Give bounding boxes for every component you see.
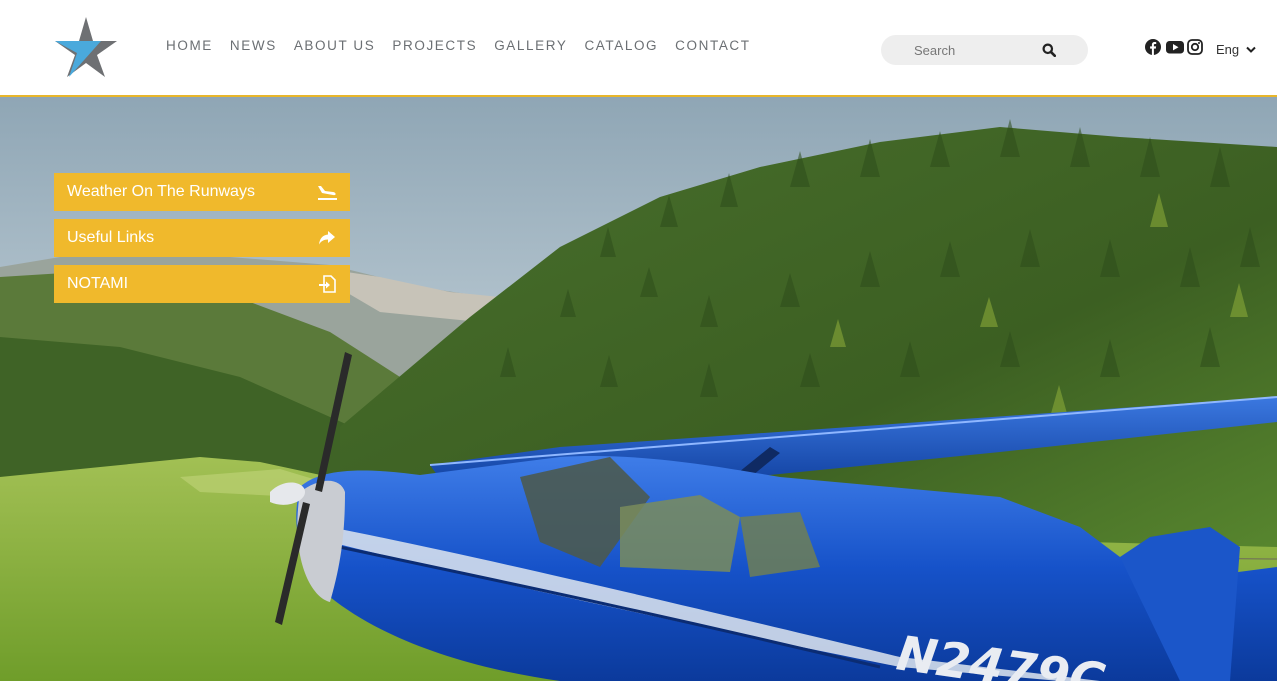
language-selector[interactable]: Eng <box>1216 42 1256 57</box>
share-arrow-icon <box>316 229 338 247</box>
search-box <box>881 35 1088 65</box>
instagram-icon[interactable] <box>1187 39 1203 55</box>
main-nav: HOME NEWS ABOUT US PROJECTS GALLERY CATA… <box>166 38 768 53</box>
nav-item-home[interactable]: HOME <box>166 38 213 53</box>
quick-links-menu: Weather On The Runways Useful Links NOTA… <box>54 173 350 311</box>
nav-item-about-us[interactable]: ABOUT US <box>294 38 376 53</box>
side-menu-label: NOTAMI <box>67 275 129 292</box>
notami-button[interactable]: NOTAMI <box>54 265 350 303</box>
file-import-icon <box>316 275 338 293</box>
logo[interactable] <box>53 15 119 79</box>
chevron-down-icon <box>1246 46 1256 54</box>
nav-item-news[interactable]: NEWS <box>230 38 277 53</box>
side-menu-label: Weather On The Runways <box>67 183 255 200</box>
side-menu-label: Useful Links <box>67 229 155 246</box>
nav-item-contact[interactable]: CONTACT <box>675 38 750 53</box>
weather-on-runways-button[interactable]: Weather On The Runways <box>54 173 350 211</box>
search-input[interactable] <box>912 41 1046 59</box>
nav-item-catalog[interactable]: CATALOG <box>584 38 658 53</box>
useful-links-button[interactable]: Useful Links <box>54 219 350 257</box>
site-header: HOME NEWS ABOUT US PROJECTS GALLERY CATA… <box>0 0 1277 97</box>
nav-item-projects[interactable]: PROJECTS <box>392 38 477 53</box>
youtube-icon[interactable] <box>1166 39 1184 55</box>
language-label: Eng <box>1216 42 1240 57</box>
facebook-icon[interactable] <box>1145 39 1161 55</box>
nav-item-gallery[interactable]: GALLERY <box>494 38 567 53</box>
search-icon[interactable] <box>1042 43 1057 58</box>
airplane-landing-icon <box>316 183 338 201</box>
social-links <box>1145 39 1203 55</box>
star-logo-icon <box>55 17 117 77</box>
